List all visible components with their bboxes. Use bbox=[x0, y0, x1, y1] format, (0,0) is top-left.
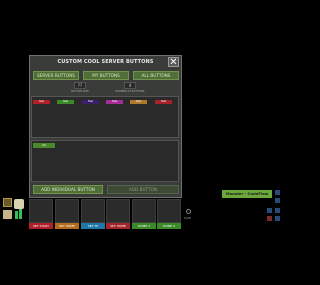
number-of-buttons-input[interactable]: 4 bbox=[124, 82, 136, 89]
test-button-6[interactable]: Test bbox=[155, 100, 172, 104]
add-button-disabled[interactable]: ADD BUTTON bbox=[107, 185, 179, 194]
emote-icon[interactable] bbox=[14, 199, 24, 209]
right-icon-5[interactable] bbox=[267, 216, 272, 221]
test-button-5[interactable]: Test bbox=[130, 100, 147, 104]
hotbar-slot-1[interactable] bbox=[29, 199, 53, 223]
skull-icon[interactable] bbox=[3, 210, 12, 219]
close-icon: ✕ bbox=[169, 57, 178, 68]
hotbar-slot-2[interactable] bbox=[55, 199, 79, 223]
test-button-3[interactable]: Test bbox=[82, 100, 99, 104]
test-button-2[interactable]: Test bbox=[57, 100, 74, 104]
tab-server-buttons[interactable]: SERVER BUTTONS bbox=[33, 71, 79, 80]
hotbar-slot-5[interactable] bbox=[132, 199, 156, 223]
signal-bar-1-icon bbox=[15, 211, 18, 219]
right-icon-1[interactable] bbox=[275, 190, 280, 195]
test-button-1[interactable]: Test bbox=[33, 100, 50, 104]
button-size-input[interactable]: ?? bbox=[74, 82, 86, 89]
signal-bar-2-icon bbox=[19, 209, 22, 219]
tab-all-buttons[interactable]: ALL BUTTONS bbox=[133, 71, 179, 80]
hotbar-label-home-1[interactable]: HOME 1 bbox=[132, 223, 156, 229]
hotbar-slot-6[interactable] bbox=[157, 199, 181, 223]
hotbar-slot-3[interactable] bbox=[81, 199, 105, 223]
button-size-label: BUTTON SIZE bbox=[71, 90, 89, 93]
number-of-buttons-label: NUMBER OF BUTTONS bbox=[115, 90, 145, 93]
hotbar-label-home-2[interactable]: HOME 2 bbox=[157, 223, 181, 229]
tab-my-buttons[interactable]: MY BUTTONS bbox=[83, 71, 129, 80]
hotbar-label-set-home[interactable]: SET HOME bbox=[55, 223, 79, 229]
character-avatar-icon[interactable] bbox=[3, 198, 12, 207]
right-icon-4[interactable] bbox=[275, 208, 280, 213]
count-text: 0/28 bbox=[184, 216, 191, 220]
right-icon-6[interactable] bbox=[275, 216, 280, 221]
hotbar-label-set-tp[interactable]: SET TP bbox=[81, 223, 105, 229]
right-icon-3[interactable] bbox=[267, 208, 272, 213]
hotbar-slot-4[interactable] bbox=[106, 199, 130, 223]
settings-gear-icon[interactable] bbox=[186, 209, 191, 214]
right-icon-2[interactable] bbox=[275, 198, 280, 203]
hotbar-label-set-start[interactable]: SET START bbox=[29, 223, 53, 229]
hotbar-label-set-home-2[interactable]: SET HOME bbox=[106, 223, 130, 229]
close-button[interactable]: ✕ bbox=[168, 57, 179, 68]
monster-label: Monster - CodeFlow bbox=[222, 190, 272, 198]
dialog-title: CUSTOM COOL SERVER BUTTONS bbox=[57, 59, 154, 65]
add-individual-button[interactable]: ADD INDIVIDUAL BUTTON bbox=[33, 185, 103, 194]
test-button-4[interactable]: Test bbox=[106, 100, 123, 104]
permission-chip-all[interactable]: All bbox=[33, 143, 55, 148]
